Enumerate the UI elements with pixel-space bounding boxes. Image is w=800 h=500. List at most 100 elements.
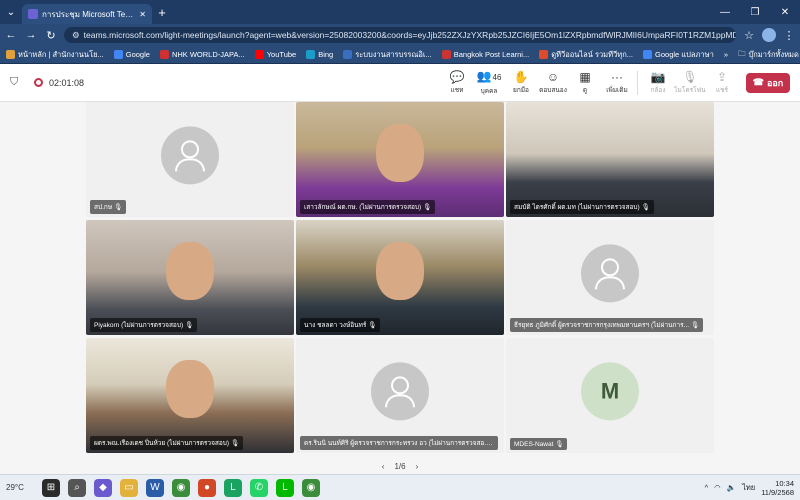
language-indicator[interactable]: ไทย [742,482,755,494]
camera-icon: 📷 [650,69,666,84]
volume-icon[interactable]: 🔈 [727,483,736,492]
participant-tile[interactable]: เสาวลักษณ์ ผต.กษ. (ไม่ผ่านการตรวจสอบ) 🎙 [296,102,504,217]
video-grid: สป.กษ 🎙 เสาวลักษณ์ ผต.กษ. (ไม่ผ่านการตรวจ… [0,102,800,458]
site-info-icon[interactable]: ⚙ [72,30,80,41]
mic-muted-icon: 🎙 [113,204,123,211]
share-button[interactable]: ⇪ แชร์ [706,71,738,95]
file-explorer-icon[interactable]: ▭ [120,478,138,497]
participant-face [376,124,424,182]
participant-name: สป.กษ 🎙 [90,200,127,214]
url-field[interactable]: ⚙ teams.microsoft.com/light-meetings/lau… [64,27,736,43]
tray-expand-icon[interactable]: ^ [705,483,709,492]
mic-muted-icon: 🎙 [184,322,194,329]
back-icon[interactable]: ← [4,29,18,41]
start-icon[interactable]: ⊞ [42,478,60,497]
react-button[interactable]: ☺ ตอบสนอง [537,71,569,95]
wifi-icon[interactable]: ◠ [714,483,721,492]
bookmark-item[interactable]: Bangkok Post Learni... [441,50,530,59]
leave-button[interactable]: ☎ ออก [746,72,790,93]
people-button[interactable]: 👥46 บุคคล [473,70,505,96]
participant-tile[interactable]: M MDES-Nawat 🎙 [506,338,714,453]
participant-tile[interactable]: ผตร.พณ.เรืองเดช ปิ่นห้วย (ไม่ผ่านการตรวจ… [86,338,294,453]
bookmark-star-icon[interactable]: ☆ [742,29,756,42]
bookmark-favicon-icon [6,50,15,59]
bookmark-label: Bangkok Post Learni... [453,50,530,59]
prev-page-icon[interactable]: ‹ [382,462,385,471]
initial-avatar: M [581,361,639,420]
tab-close-icon[interactable]: ✕ [139,10,146,19]
bookmark-item[interactable]: Bing [306,50,333,59]
people-icon: 👥46 [476,68,502,83]
close-window-icon[interactable]: ✕ [770,7,800,18]
clock[interactable]: 10:34 11/9/2568 [761,479,794,497]
tool-label: ไมโครโฟน [674,86,706,94]
whatsapp-icon[interactable]: ✆ [250,478,268,497]
browser-tab[interactable]: การประชุม Microsoft Teams | Micr... ✕ [22,4,152,24]
folder-icon: 🗀 [737,49,746,58]
windows-taskbar: 29°C ⊞ ⌕ ◆ ▭ W ◉ ● L ✆ L ◉ ^ ◠ 🔈 ไทย 10:… [0,474,800,500]
app-icon[interactable]: ● [198,478,216,497]
mic-muted-icon: 🎙 [230,440,240,447]
view-button[interactable]: ▦ ดู [569,71,601,95]
chat-button[interactable]: 💬 แชท [441,71,473,95]
bookmark-favicon-icon [254,50,264,59]
camera-button[interactable]: 📷 กล้อง [642,71,674,95]
chat-icon: 💬 [449,69,465,84]
clock-date: 11/9/2568 [761,487,794,497]
more-button[interactable]: ··· เพิ่มเติม [601,71,633,95]
browser-menu-icon[interactable]: ⋮ [782,29,796,42]
bookmark-item[interactable]: ระบบงานสารบรรณอิเ... [343,49,432,61]
raise-hand-button[interactable]: ✋ ยกมือ [505,71,537,95]
chrome-icon[interactable]: ◉ [172,478,190,497]
bookmark-item[interactable]: หน้าหลัก | สำนักงานนโย... [6,49,104,61]
more-icon: ··· [611,69,623,84]
mic-button[interactable]: 🎙 ไมโครโฟน [674,71,706,95]
minimize-icon[interactable]: — [710,7,740,18]
tool-label: ตอบสนอง [539,86,567,94]
tab-search-icon[interactable]: ⌄ [0,0,22,24]
bookmark-favicon-icon [159,50,169,59]
new-tab-button[interactable]: + [152,5,172,20]
participant-face [166,360,214,418]
address-bar: ← → ↻ ⚙ teams.microsoft.com/light-meetin… [0,24,800,46]
line-app-icon[interactable]: L [276,478,294,497]
bookmark-label: Google [125,50,150,59]
bookmarks-overflow-icon[interactable]: » [724,50,728,59]
bookmark-favicon-icon [343,50,353,59]
line-icon[interactable]: L [224,478,242,497]
profile-avatar[interactable] [762,28,776,42]
chrome-window-icon[interactable]: ◉ [302,478,320,497]
bookmark-item[interactable]: Google แปลภาษา [643,49,714,61]
all-bookmarks-folder[interactable]: 🗀 บุ๊กมาร์กทั้งหมด [738,48,799,61]
word-icon[interactable]: W [146,478,164,497]
meeting-toolbar: ⛉ 02:01:08 💬 แชท 👥46 บุคคล ✋ ยกมือ ☺ ตอบสนอง ▦ ดู… [0,64,800,102]
maximize-icon[interactable]: ❐ [740,7,770,18]
participant-tile[interactable]: สป.กษ 🎙 [86,102,294,217]
participant-count: 46 [492,72,502,82]
participant-tile[interactable]: สมบัติ ไตรศักดิ์ ผต.มท (ไม่ผ่านการตรวจสอ… [506,102,714,217]
search-icon[interactable]: ⌕ [68,478,86,497]
participant-tile[interactable]: ดร.รินนิ นนท์ศิริ ผู้ตรวจราชการกระทรวง อ… [296,338,504,453]
tool-label: แชร์ [715,86,729,94]
mic-muted-icon: 🎙 [555,441,564,448]
bookmark-label: ระบบงานสารบรรณอิเ... [355,49,432,59]
system-tray: ^ ◠ 🔈 ไทย 10:34 11/9/2568 [705,479,794,497]
person-placeholder-icon [581,243,639,302]
weather-widget[interactable]: 29°C [6,483,36,492]
bookmark-label: ดูทีวีออนไลน์ รวมทีวีทุก... [551,49,634,59]
participant-tile[interactable]: นาง ชลลดา วงษ์อินทร์ 🎙 [296,220,504,335]
bookmark-item[interactable]: YouTube [254,50,296,59]
forward-icon[interactable]: → [24,29,38,41]
bookmark-item[interactable]: ดูทีวีออนไลน์ รวมทีวีทุก... [539,49,633,61]
next-page-icon[interactable]: › [416,462,419,471]
participant-tile[interactable]: ธีรยุทธ ภูมิศักดิ์ ผู้ตรวจราชการกรุงเทพม… [506,220,714,335]
participant-name: เสาวลักษณ์ ผต.กษ. (ไม่ผ่านการตรวจสอบ) 🎙 [300,200,436,214]
bookmark-label: NHK WORLD-JAPA... [171,50,245,59]
bookmark-item[interactable]: Google [113,50,150,59]
reload-icon[interactable]: ↻ [44,29,58,42]
copilot-icon[interactable]: ◆ [94,478,112,497]
bookmark-item[interactable]: NHK WORLD-JAPA... [159,50,245,59]
participant-face [376,242,424,300]
view-icon: ▦ [579,69,591,84]
participant-tile[interactable]: Piyakorn (ไม่ผ่านการตรวจสอบ) 🎙 [86,220,294,335]
